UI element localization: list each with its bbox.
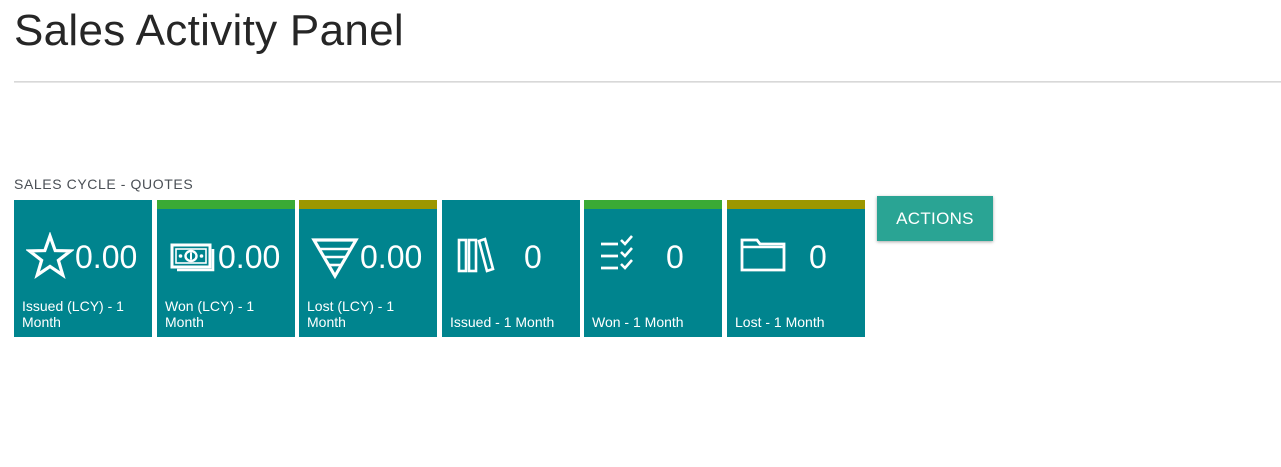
tile-label: Lost - 1 Month bbox=[735, 314, 825, 330]
star-icon bbox=[26, 232, 74, 279]
tile-value: 0.00 bbox=[75, 239, 138, 275]
title-divider bbox=[14, 81, 1281, 83]
page-title: Sales Activity Panel bbox=[14, 6, 404, 55]
tile-lost-lcy[interactable]: 0.00 Lost (LCY) - 1 Month bbox=[299, 200, 437, 337]
tile-status-bar bbox=[584, 200, 722, 209]
tile-value: 0 bbox=[809, 239, 827, 275]
tile-status-bar bbox=[157, 200, 295, 209]
tile-value: 0 bbox=[524, 239, 542, 275]
section-label: SALES CYCLE - QUOTES bbox=[14, 176, 194, 192]
tile-won-lcy[interactable]: 0.00 Won (LCY) - 1 Month bbox=[157, 200, 295, 337]
tile-value: 0.00 bbox=[218, 239, 281, 275]
tile-value: 0.00 bbox=[360, 239, 423, 275]
tile-label: Issued - 1 Month bbox=[450, 314, 555, 330]
tile-value: 0 bbox=[666, 239, 684, 275]
funnel-icon bbox=[311, 238, 359, 280]
tile-issued-lcy[interactable]: 0.00 Issued (LCY) - 1 Month bbox=[14, 200, 152, 337]
tile-label: Won - 1 Month bbox=[592, 314, 684, 330]
folder-icon bbox=[740, 238, 786, 272]
tile-label: Won (LCY) - 1 Month bbox=[165, 298, 255, 330]
checklist-icon bbox=[601, 235, 633, 270]
tile-label: Lost (LCY) - 1 Month bbox=[307, 298, 395, 330]
actions-button[interactable]: ACTIONS bbox=[877, 196, 993, 241]
books-icon bbox=[457, 237, 495, 273]
tile-lost[interactable]: 0 Lost - 1 Month bbox=[727, 200, 865, 337]
tile-issued[interactable]: 0 Issued - 1 Month bbox=[442, 200, 580, 337]
tile-status-bar bbox=[727, 200, 865, 209]
money-icon bbox=[170, 243, 215, 272]
tile-status-bar bbox=[299, 200, 437, 209]
tile-won[interactable]: 0 Won - 1 Month bbox=[584, 200, 722, 337]
tile-label: Issued (LCY) - 1 Month bbox=[22, 298, 124, 330]
